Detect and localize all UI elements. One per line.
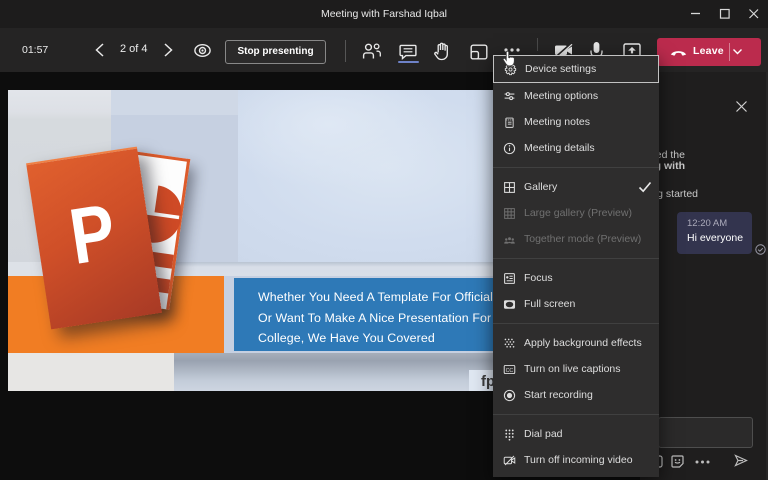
svg-text:CC: CC [506,367,514,373]
